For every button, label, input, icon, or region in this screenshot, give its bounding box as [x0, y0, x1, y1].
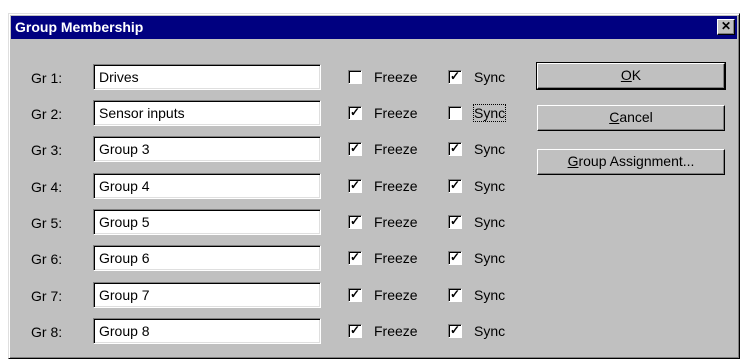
sync-label: Sync [474, 323, 506, 339]
sync-checkbox[interactable]: ✓ [448, 288, 462, 302]
group-label: Gr 6: [31, 251, 63, 267]
check-icon: ✓ [449, 214, 461, 228]
sync-checkbox[interactable]: ✓ [448, 251, 462, 265]
group-row: Gr 7: ✓ Freeze ✓ Sync [9, 280, 529, 310]
sync-checkbox[interactable]: ✓ [448, 142, 462, 156]
group-label: Gr 8: [31, 324, 63, 340]
freeze-checkbox[interactable]: ✓ [348, 215, 362, 229]
group-name-input[interactable] [93, 173, 321, 199]
title-bar: Group Membership ✕ [11, 16, 737, 39]
check-icon: ✓ [449, 69, 461, 83]
freeze-checkbox[interactable]: ✓ [348, 288, 362, 302]
sync-label: Sync [474, 214, 506, 230]
group-name-input[interactable] [93, 209, 321, 235]
ok-mnemonic: O [620, 67, 632, 83]
sync-checkbox[interactable]: ✓ [448, 215, 462, 229]
group-name-input[interactable] [93, 245, 321, 271]
group-name-input[interactable] [93, 64, 321, 90]
group-name-input[interactable] [93, 100, 321, 126]
sync-label: Sync [474, 141, 506, 157]
freeze-label: Freeze [374, 178, 418, 194]
group-name-input[interactable] [93, 282, 321, 308]
check-icon: ✓ [349, 250, 361, 264]
check-icon: ✓ [349, 141, 361, 155]
group-label: Gr 7: [31, 288, 63, 304]
sync-label: Sync [474, 69, 506, 85]
close-icon[interactable]: ✕ [717, 19, 735, 35]
freeze-checkbox[interactable]: ✓ [348, 179, 362, 193]
freeze-checkbox[interactable] [348, 70, 362, 84]
sync-label: Sync [474, 250, 506, 266]
group-row: Gr 8: ✓ Freeze ✓ Sync [9, 316, 529, 346]
group-membership-dialog: Group Membership ✕ Gr 1:Freeze✓SyncGr 2:… [8, 13, 740, 359]
check-icon: ✓ [349, 178, 361, 192]
freeze-label: Freeze [374, 250, 418, 266]
group-label: Gr 2: [31, 106, 63, 122]
freeze-label: Freeze [374, 287, 418, 303]
cancel-button[interactable]: Cancel [537, 105, 725, 131]
group-label: Gr 1: [31, 70, 63, 86]
freeze-checkbox[interactable]: ✓ [348, 142, 362, 156]
group-row: Gr 4: ✓ Freeze ✓ Sync [9, 171, 529, 201]
group-label: Gr 3: [31, 142, 63, 158]
freeze-label: Freeze [374, 323, 418, 339]
group-assignment-label-rest: roup Assignment... [578, 153, 695, 169]
freeze-checkbox[interactable]: ✓ [348, 251, 362, 265]
group-assignment-button[interactable]: Group Assignment... [537, 149, 725, 175]
sync-label: Sync [472, 104, 507, 122]
freeze-label: Freeze [374, 141, 418, 157]
sync-checkbox[interactable]: ✓ [448, 324, 462, 338]
freeze-label: Freeze [374, 69, 418, 85]
cancel-mnemonic: C [609, 109, 620, 125]
ok-label-rest: K [631, 67, 642, 83]
group-row: Gr 6: ✓ Freeze ✓ Sync [9, 243, 529, 273]
dialog-title: Group Membership [15, 19, 144, 35]
cancel-label-rest: ancel [619, 109, 653, 125]
freeze-checkbox[interactable]: ✓ [348, 106, 362, 120]
sync-label: Sync [474, 287, 506, 303]
check-icon: ✓ [449, 287, 461, 301]
group-row: Gr 1: Freeze ✓ Sync [9, 62, 529, 92]
check-icon: ✓ [349, 287, 361, 301]
check-icon: ✓ [349, 323, 361, 337]
check-icon: ✓ [349, 105, 361, 119]
sync-checkbox[interactable]: ✓ [448, 70, 462, 84]
sync-label: Sync [474, 178, 506, 194]
check-icon: ✓ [449, 141, 461, 155]
check-icon: ✓ [349, 214, 361, 228]
ok-button[interactable]: OK [536, 62, 726, 90]
group-row: Gr 2: ✓ Freeze Sync [9, 98, 529, 128]
group-name-input[interactable] [93, 136, 321, 162]
check-icon: ✓ [449, 178, 461, 192]
group-assignment-mnemonic: G [567, 153, 579, 169]
group-label: Gr 5: [31, 215, 63, 231]
check-icon: ✓ [449, 250, 461, 264]
group-label: Gr 4: [31, 179, 63, 195]
freeze-checkbox[interactable]: ✓ [348, 324, 362, 338]
sync-checkbox[interactable]: ✓ [448, 179, 462, 193]
freeze-label: Freeze [374, 105, 418, 121]
freeze-label: Freeze [374, 214, 418, 230]
group-name-input[interactable] [93, 318, 321, 344]
check-icon: ✓ [449, 323, 461, 337]
group-row: Gr 5: ✓ Freeze ✓ Sync [9, 207, 529, 237]
sync-checkbox[interactable] [448, 106, 462, 120]
group-row: Gr 3: ✓ Freeze ✓ Sync [9, 134, 529, 164]
